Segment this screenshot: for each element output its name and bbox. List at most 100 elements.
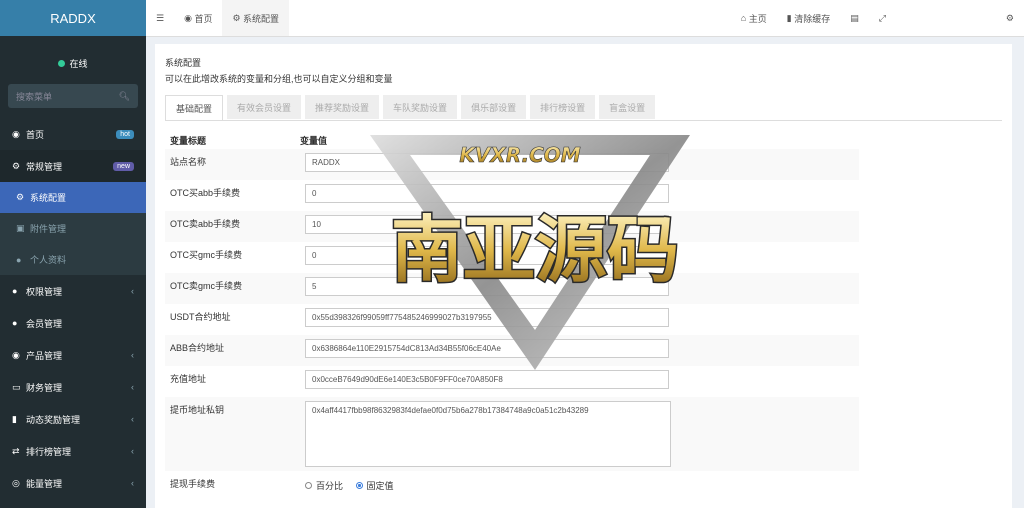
- deposit-address-input[interactable]: 0x0cceB7649d90dE6e140E3c5B0F9FF0ce70A850…: [305, 370, 669, 389]
- search-icon[interactable]: 🔍︎: [119, 91, 130, 102]
- circle-icon: ◎: [12, 477, 20, 488]
- user-status-label: 在线: [69, 58, 88, 69]
- row-label: USDT合约地址: [170, 312, 231, 322]
- radio-unchecked-icon[interactable]: [305, 482, 312, 489]
- table-row: 站点名称 RADDX: [165, 149, 859, 180]
- abb-contract-input[interactable]: 0x6386864e110E2915754dC813Ad34B55f06cE40…: [305, 339, 669, 358]
- topbar: ☰ ◉ 首页 ⚙ 系统配置 ⌂ 主页 ▮ 清除缓存 ▤ ⤢ ⚙: [146, 0, 1024, 37]
- sidebar-item-label: 动态奖励管理: [26, 414, 81, 425]
- sidebar-item-dynamic-rewards[interactable]: ▮ 动态奖励管理 ‹: [0, 403, 146, 435]
- tab-leaderboard[interactable]: 排行榜设置: [530, 95, 596, 119]
- sidebar-item-label: 会员管理: [26, 318, 63, 329]
- sidebar-item-label: 排行榜管理: [26, 446, 72, 457]
- radio-fixed[interactable]: 固定值: [355, 479, 394, 492]
- chevron-left-icon: ‹: [131, 478, 134, 488]
- sidebar-item-permissions[interactable]: ● 权限管理 ‹: [0, 275, 146, 307]
- clear-cache-button[interactable]: ▮ 清除缓存: [777, 0, 840, 36]
- radio-checked-icon[interactable]: [355, 482, 363, 489]
- table-row: OTC卖abb手续费 10: [165, 211, 859, 242]
- sidebar-item-label: 个人资料: [30, 255, 67, 265]
- tab-blind-box[interactable]: 盲盒设置: [599, 95, 656, 119]
- sidebar-item-finance[interactable]: ▭ 财务管理 ‹: [0, 371, 146, 403]
- product-icon: ◉: [12, 349, 20, 360]
- radio-label: 百分比: [316, 481, 344, 491]
- sidebar-item-products[interactable]: ◉ 产品管理 ‹: [0, 339, 146, 371]
- config-panel: 系统配置 可以在此增改系统的变量和分组,也可以自定义分组和变量 基础配置 有效会…: [155, 44, 1012, 508]
- sidebar-item-label: 首页: [26, 129, 45, 140]
- sidebar-item-members[interactable]: ● 会员管理: [0, 307, 146, 339]
- tab-basic[interactable]: 基础配置: [165, 95, 224, 120]
- sidebar-item-energy[interactable]: ◎ 能量管理 ‹: [0, 467, 146, 499]
- tab-referral-reward[interactable]: 推荐奖励设置: [305, 95, 380, 119]
- nav-tab-home[interactable]: ◉ 首页: [174, 0, 222, 36]
- panel-subtitle: 可以在此增改系统的变量和分组,也可以自定义分组和变量: [165, 74, 393, 84]
- otc-buy-gmc-fee-input[interactable]: 0: [305, 246, 669, 265]
- row-label: OTC买abb手续费: [170, 188, 241, 198]
- nav-tab-system-config[interactable]: ⚙ 系统配置: [222, 0, 290, 36]
- sidebar-item-label: 常规管理: [26, 161, 63, 172]
- brand-logo[interactable]: RADDX: [0, 0, 146, 36]
- sidebar-item-label: 系统配置: [30, 193, 67, 203]
- settings-icon[interactable]: ⚙: [996, 0, 1024, 36]
- user-icon: ●: [12, 318, 18, 328]
- config-tabs: 基础配置 有效会员设置 推荐奖励设置 车队奖励设置 俱乐部设置 排行榜设置 盲盒…: [165, 95, 1002, 121]
- trash-icon: ▮: [12, 413, 17, 424]
- chevron-left-icon: ‹: [131, 382, 134, 392]
- homepage-link[interactable]: ⌂ 主页: [731, 0, 777, 36]
- sidebar-submenu: ⚙ 系统配置 ▣ 附件管理 ● 个人资料: [0, 182, 146, 275]
- tab-valid-member[interactable]: 有效会员设置: [227, 95, 302, 119]
- sidebar-item-label: 权限管理: [26, 286, 63, 297]
- homepage-label: 主页: [748, 13, 767, 24]
- nav-tab-label: 系统配置: [243, 13, 280, 24]
- table-row: OTC卖gmc手续费 5: [165, 273, 859, 304]
- sidebar-item-profile[interactable]: ● 个人资料: [0, 244, 146, 275]
- sidebar-item-general[interactable]: ⚙ 常规管理 new: [0, 150, 146, 182]
- user-icon: ●: [16, 254, 22, 265]
- column-header: 变量标题: [170, 135, 207, 146]
- row-label: 提币地址私钥: [170, 405, 225, 415]
- table-row: ABB合约地址 0x6386864e110E2915754dC813Ad34B5…: [165, 335, 859, 366]
- clear-cache-label: 清除缓存: [794, 13, 831, 24]
- cogs-icon: ⚙: [12, 160, 21, 171]
- withdraw-private-key-textarea[interactable]: 0x4aff4417fbb98f8632983f4defae0f0d75b6a2…: [305, 401, 671, 467]
- sidebar-item-home[interactable]: ◉ 首页 hot: [0, 118, 146, 150]
- panel-title: 系统配置: [165, 58, 202, 68]
- site-name-input[interactable]: RADDX: [305, 153, 669, 172]
- dashboard-icon: ◉: [12, 128, 20, 139]
- usdt-contract-input[interactable]: 0x55d398326f99059ff775485246999027b31979…: [305, 308, 669, 327]
- nav-tab-label: 首页: [194, 13, 213, 24]
- sidebar-search[interactable]: 搜索菜单 🔍︎: [8, 84, 138, 108]
- sidebar-item-label: 附件管理: [30, 224, 67, 234]
- row-label: OTC买gmc手续费: [170, 250, 243, 260]
- language-icon[interactable]: ▤: [840, 0, 869, 36]
- menu-toggle-icon[interactable]: ☰: [146, 0, 174, 36]
- tab-team-reward[interactable]: 车队奖励设置: [383, 95, 458, 119]
- sidebar-item-label: 产品管理: [26, 350, 63, 361]
- user-status: 在线: [0, 42, 146, 84]
- table-row: 提现手续费 百分比 固定值: [165, 471, 859, 502]
- table-row: USDT合约地址 0x55d398326f99059ff775485246999…: [165, 304, 859, 335]
- dashboard-icon: ◉: [184, 12, 195, 23]
- credit-card-icon: ▭: [12, 381, 21, 392]
- radio-percentage[interactable]: 百分比: [305, 479, 343, 492]
- row-label: OTC卖abb手续费: [170, 219, 241, 229]
- panel-header: 系统配置 可以在此增改系统的变量和分组,也可以自定义分组和变量: [155, 44, 1012, 91]
- tab-club[interactable]: 俱乐部设置: [461, 95, 527, 119]
- file-image-icon: ▣: [16, 223, 25, 233]
- chevron-left-icon: ‹: [131, 446, 134, 456]
- otc-sell-gmc-fee-input[interactable]: 5: [305, 277, 669, 296]
- online-dot-icon: [58, 59, 66, 67]
- sidebar-item-label: 财务管理: [26, 382, 63, 393]
- fullscreen-icon[interactable]: ⤢: [869, 0, 896, 36]
- otc-buy-abb-fee-input[interactable]: 0: [305, 184, 669, 203]
- chevron-left-icon: ‹: [131, 286, 134, 296]
- sidebar-item-attachments[interactable]: ▣ 附件管理: [0, 213, 146, 244]
- search-input[interactable]: 搜索菜单: [16, 90, 52, 103]
- config-table: 变量标题 变量值 站点名称 RADDX OTC买abb手续费 0 OTC卖abb…: [165, 131, 859, 502]
- sidebar-item-leaderboard[interactable]: ⇄ 排行榜管理 ‹: [0, 435, 146, 467]
- otc-sell-abb-fee-input[interactable]: 10: [305, 215, 669, 234]
- random-icon: ⇄: [12, 445, 20, 456]
- gear-icon: ⚙: [16, 192, 25, 202]
- sidebar-item-system-config[interactable]: ⚙ 系统配置: [0, 182, 146, 213]
- table-row: OTC买abb手续费 0: [165, 180, 859, 211]
